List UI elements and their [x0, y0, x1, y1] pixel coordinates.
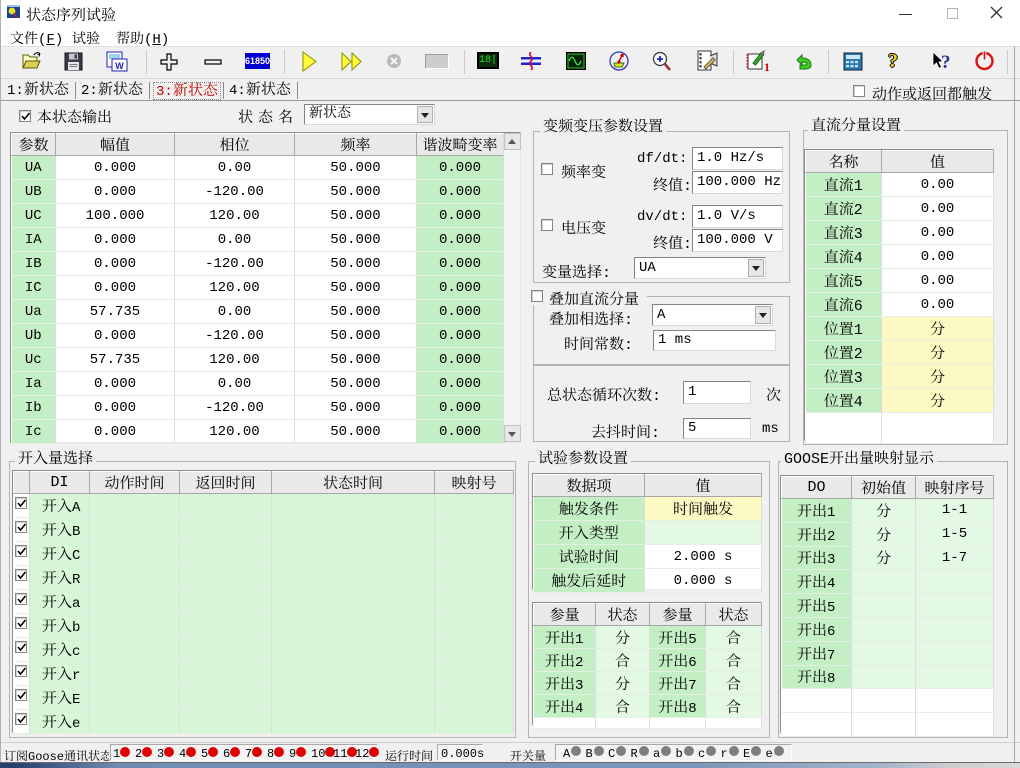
svg-text:?: ?	[941, 52, 951, 72]
svg-text:W: W	[115, 61, 124, 71]
svg-text:1: 1	[764, 60, 769, 73]
